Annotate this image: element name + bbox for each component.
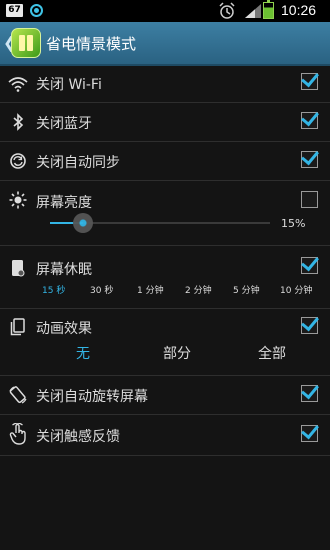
alarm-icon [219,2,235,19]
sleep-option-5min[interactable]: 5 分钟 [233,283,260,296]
rotate-checkbox[interactable] [301,385,318,402]
brightness-icon [8,190,28,210]
status-bar: 67 10:26 [0,0,330,22]
rotate-label: 关闭自动旋转屏幕 [36,389,148,405]
animation-option-none[interactable]: 无 [76,343,90,363]
screen-sleep-checkbox[interactable] [301,257,318,274]
wifi-label: 关闭 Wi-Fi [36,77,102,93]
row-brightness[interactable]: 屏幕亮度 [0,181,330,246]
sync-icon [8,151,28,171]
bluetooth-icon [8,112,28,132]
animation-option-partial[interactable]: 部分 [163,343,191,363]
wifi-checkbox[interactable] [301,73,318,90]
haptic-checkbox[interactable] [301,425,318,442]
sync-label: 关闭自动同步 [36,155,120,171]
touch-icon [8,423,28,445]
app-logo[interactable] [11,28,41,58]
brightness-value: 15% [281,217,306,230]
sleep-option-15s[interactable]: 15 秒 [42,283,65,296]
animation-checkbox[interactable] [301,317,318,334]
notification-badge: 67 [6,4,23,17]
animation-icon [8,317,28,337]
rotate-icon [8,385,28,405]
screen-sleep-icon [8,258,28,278]
screen-sleep-label: 屏幕休眠 [36,262,92,278]
row-sync[interactable]: 关闭自动同步 [0,142,330,181]
sleep-option-10min[interactable]: 10 分钟 [280,283,312,296]
page-title: 省电情景模式 [46,35,137,53]
animation-label: 动画效果 [36,321,92,337]
sleep-option-30s[interactable]: 30 秒 [90,283,113,296]
brightness-checkbox[interactable] [301,191,318,208]
row-haptic[interactable]: 关闭触感反馈 [0,415,330,456]
sync-checkbox[interactable] [301,151,318,168]
row-bluetooth[interactable]: 关闭蓝牙 [0,103,330,142]
notification-icon [30,4,43,17]
brightness-slider-thumb[interactable] [73,213,93,233]
haptic-label: 关闭触感反馈 [36,429,120,445]
sleep-option-2min[interactable]: 2 分钟 [185,283,212,296]
animation-option-all[interactable]: 全部 [258,343,286,363]
row-wifi[interactable]: 关闭 Wi-Fi [0,66,330,103]
wifi-icon [8,74,28,94]
bluetooth-checkbox[interactable] [301,112,318,129]
brightness-label: 屏幕亮度 [36,195,92,211]
sleep-option-1min[interactable]: 1 分钟 [137,283,164,296]
row-screen-sleep[interactable]: 屏幕休眠 [0,246,330,309]
clock: 10:26 [281,2,317,18]
battery-icon [263,0,274,19]
bluetooth-label: 关闭蓝牙 [36,116,92,132]
signal-icon [245,4,261,18]
row-rotate[interactable]: 关闭自动旋转屏幕 [0,376,330,415]
action-bar: ❮ 省电情景模式 [0,22,330,66]
